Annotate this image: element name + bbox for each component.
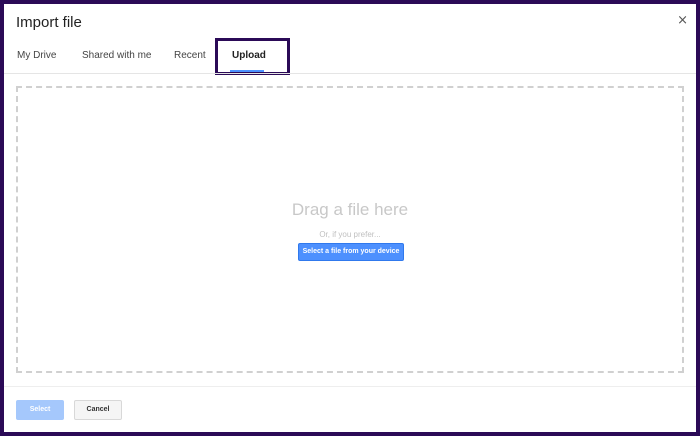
import-file-dialog: Import file × My Drive Shared with me Re… [4, 4, 696, 432]
dialog-title: Import file [16, 14, 82, 31]
tab-recent[interactable]: Recent [174, 50, 206, 61]
tab-shared-with-me[interactable]: Shared with me [82, 50, 151, 61]
file-drop-zone[interactable]: Drag a file here Or, if you prefer... Se… [16, 86, 684, 373]
close-icon[interactable]: × [677, 13, 688, 29]
upload-tab-highlight [215, 38, 290, 75]
or-prefer-text: Or, if you prefer... [319, 230, 381, 239]
cancel-button[interactable]: Cancel [74, 400, 122, 420]
select-button: Select [16, 400, 64, 420]
drag-file-text: Drag a file here [291, 200, 409, 219]
select-file-from-device-button[interactable]: Select a file from your device [298, 243, 404, 261]
tab-my-drive[interactable]: My Drive [17, 50, 56, 61]
tab-divider [4, 73, 696, 74]
tab-bar: My Drive Shared with me Recent Upload [4, 42, 696, 74]
footer-divider [4, 386, 696, 387]
